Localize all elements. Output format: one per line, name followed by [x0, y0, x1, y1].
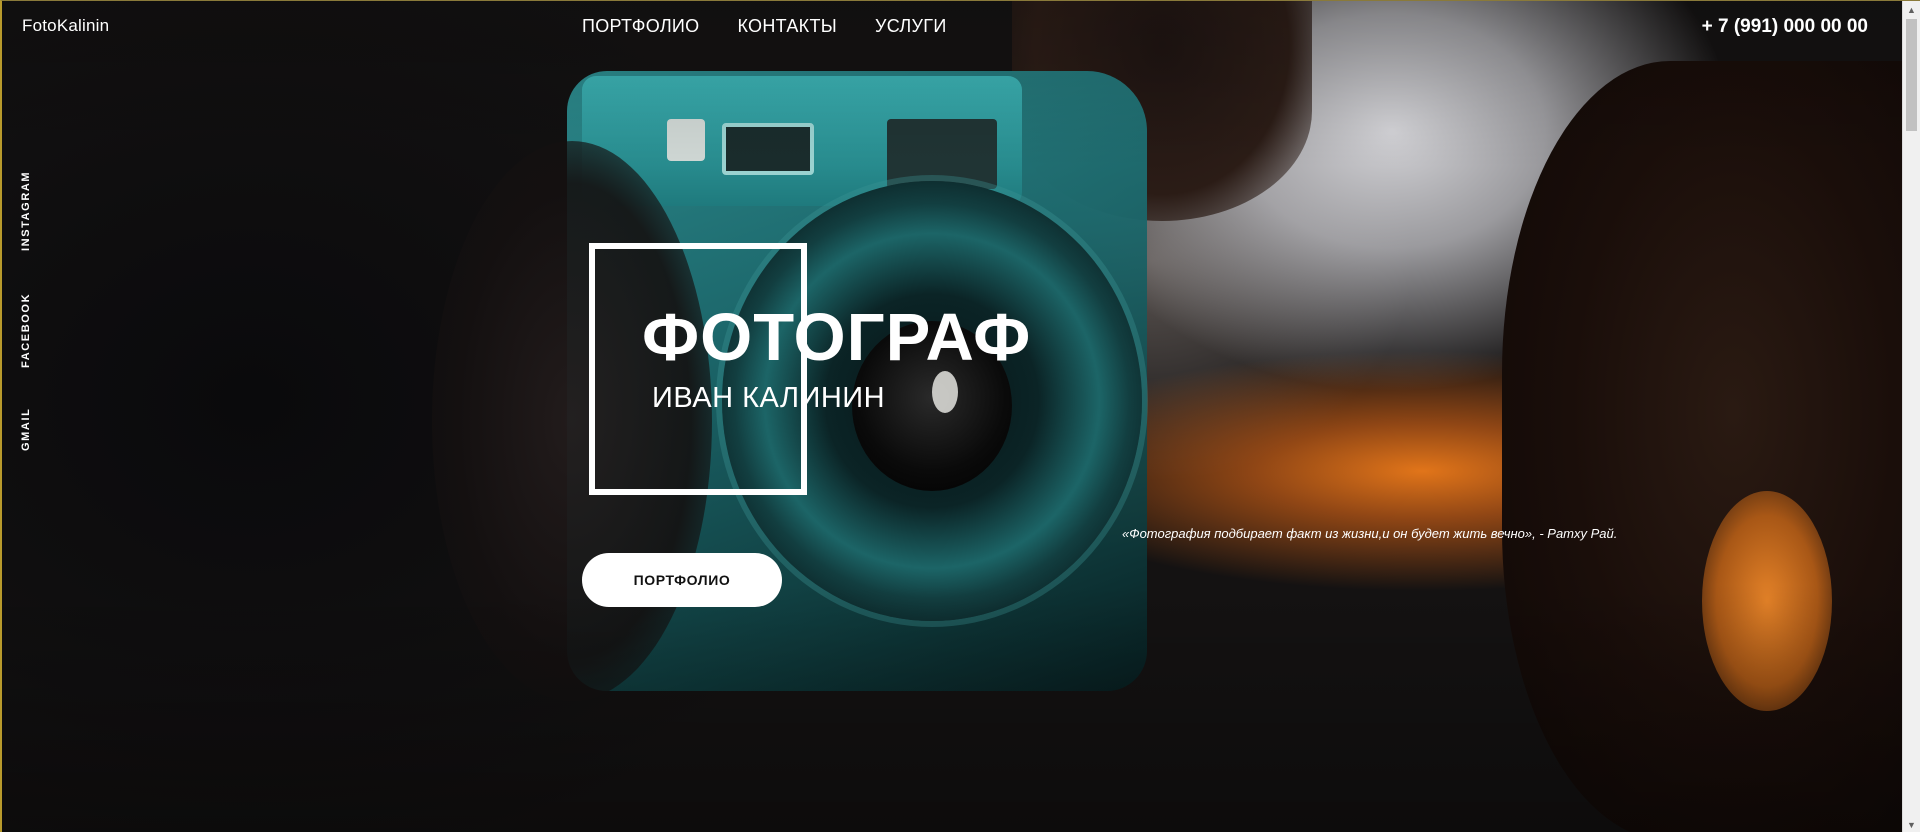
scroll-up-arrow-icon[interactable]: ▲ — [1903, 1, 1920, 18]
hero-background-photo — [2, 1, 1902, 832]
nav-item-portfolio[interactable]: ПОРТФОЛИО — [582, 16, 699, 37]
vertical-scrollbar[interactable]: ▲ ▼ — [1902, 1, 1920, 832]
social-link-facebook[interactable]: FACEBOOK — [20, 293, 32, 368]
portfolio-button[interactable]: ПОРТФОЛИО — [582, 553, 782, 607]
nav-item-services[interactable]: УСЛУГИ — [875, 16, 947, 37]
hero-quote: «Фотография подбирает факт из жизни,и он… — [1122, 526, 1618, 541]
hero-subtitle: ИВАН КАЛИНИН — [652, 382, 886, 414]
scrollbar-thumb[interactable] — [1906, 19, 1917, 131]
social-link-gmail[interactable]: GMAIL — [20, 408, 32, 451]
main-nav: ПОРТФОЛИО КОНТАКТЫ УСЛУГИ — [582, 16, 947, 37]
vignette-overlay — [2, 1, 1902, 832]
hero-title: ФОТОГРАФ — [642, 300, 1032, 375]
scroll-down-arrow-icon[interactable]: ▼ — [1903, 816, 1920, 832]
page-frame: FotoKalinin ПОРТФОЛИО КОНТАКТЫ УСЛУГИ + … — [0, 0, 1920, 832]
site-logo[interactable]: FotoKalinin — [22, 16, 109, 36]
social-link-instagram[interactable]: INSTAGRAM — [20, 171, 32, 251]
nav-item-contacts[interactable]: КОНТАКТЫ — [737, 16, 837, 37]
phone-number[interactable]: + 7 (991) 000 00 00 — [1702, 16, 1868, 38]
